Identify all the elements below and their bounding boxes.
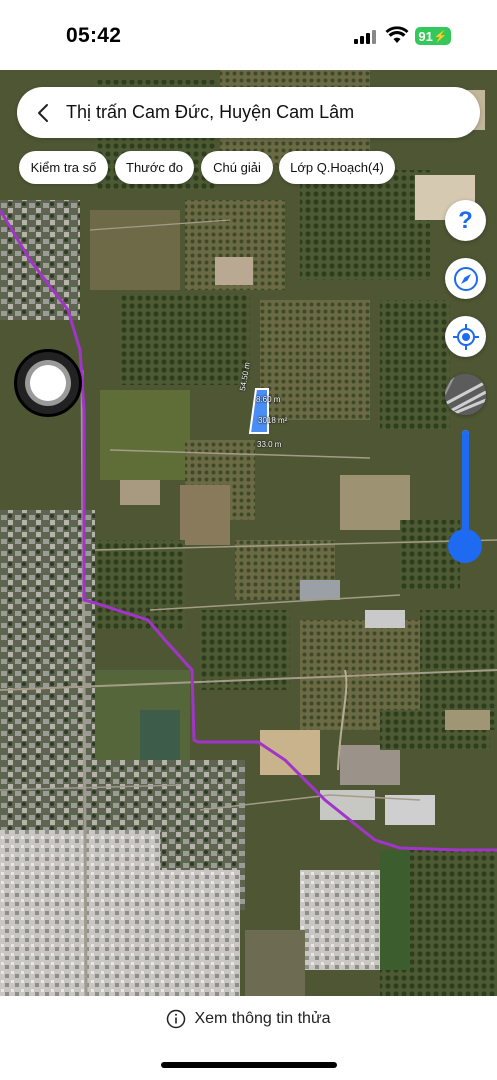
status-time: 05:42 — [66, 24, 122, 47]
satellite-layer-icon[interactable] — [445, 374, 486, 415]
satellite-imagery — [0, 70, 497, 996]
page-title: Thị trấn Cam Đức, Huyện Cam Lâm — [66, 102, 355, 122]
wifi-icon — [385, 26, 409, 43]
bottom-panel: Xem thông tin thửa — [0, 996, 497, 1080]
check-number-button[interactable]: Kiểm tra số — [19, 151, 108, 184]
opacity-slider-thumb[interactable] — [448, 528, 482, 563]
crosshair-location-icon[interactable] — [445, 316, 486, 357]
parcel-side-top-label: 8.60 m — [256, 395, 281, 404]
home-indicator[interactable] — [161, 1062, 337, 1068]
info-circle-icon — [167, 1009, 186, 1029]
question-mark-icon[interactable]: ? — [445, 200, 486, 241]
location-header: Thị trấn Cam Đức, Huyện Cam Lâm — [17, 87, 480, 138]
status-bar: 05:42 91 ⚡ — [0, 0, 497, 70]
record-button[interactable] — [14, 349, 82, 417]
measure-button[interactable]: Thước đo — [115, 151, 194, 184]
parcel-side-bottom-label: 33.0 m — [257, 440, 282, 449]
record-dot — [30, 365, 66, 401]
battery-charging-icon: 91 ⚡ — [415, 27, 451, 45]
view-parcel-info-label: Xem thông tin thửa — [194, 1010, 331, 1027]
compass-icon[interactable] — [445, 258, 486, 299]
battery-level: 91 — [418, 28, 433, 44]
parcel-area-label: 3018 m² — [258, 416, 288, 425]
legend-button[interactable]: Chú giải — [201, 151, 273, 184]
planning-layers-button[interactable]: Lớp Q.Hoạch(4) — [279, 151, 395, 184]
view-parcel-info-button[interactable]: Xem thông tin thửa — [0, 1006, 497, 1032]
satellite-map[interactable] — [0, 70, 497, 996]
cellular-signal-icon — [354, 30, 378, 44]
chevron-left-icon[interactable] — [21, 87, 65, 138]
